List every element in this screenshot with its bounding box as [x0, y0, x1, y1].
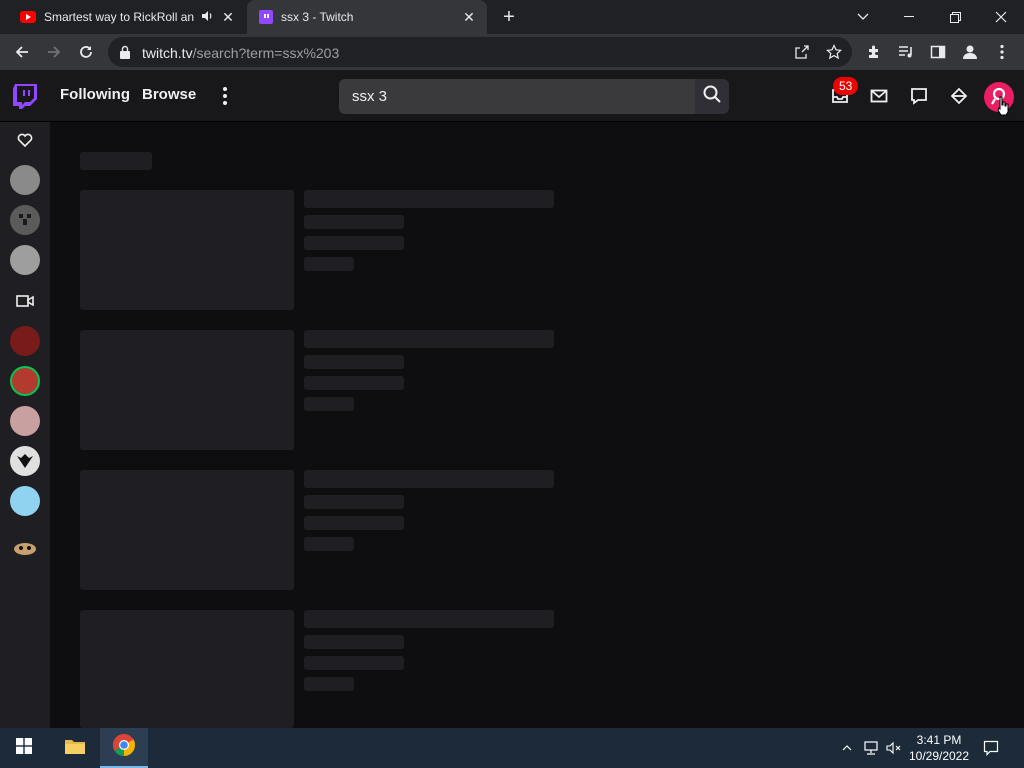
minimize-button[interactable] [886, 0, 932, 34]
skeleton-heading [80, 152, 152, 170]
url-text: twitch.tv/search?term=ssx%203 [142, 45, 339, 61]
start-button[interactable] [0, 728, 48, 768]
forward-button[interactable] [40, 38, 68, 66]
show-hidden-icons-chevron-icon[interactable] [838, 728, 856, 768]
skeleton-line [304, 656, 404, 670]
followed-heart-icon [15, 130, 35, 150]
clock-time: 3:41 PM [916, 733, 962, 747]
skeleton-line [304, 397, 354, 411]
skeleton-line [304, 257, 354, 271]
tab-search-icon[interactable] [840, 0, 886, 34]
followed-channel-avatar[interactable] [10, 245, 40, 275]
address-bar[interactable]: twitch.tv/search?term=ssx%203 [108, 37, 852, 67]
recommended-channel-avatar[interactable] [10, 366, 40, 396]
skeleton-line [304, 355, 404, 369]
recommended-channel-avatar[interactable] [10, 486, 40, 516]
twitch-icon [259, 10, 273, 24]
system-clock[interactable]: 3:41 PM 10/29/2022 [906, 732, 972, 764]
new-tab-button[interactable]: + [498, 6, 520, 28]
volume-muted-icon[interactable] [884, 728, 904, 768]
recommended-channel-avatar[interactable] [10, 406, 40, 436]
hand-cursor-icon [996, 96, 1010, 116]
chrome-taskbar-button[interactable] [100, 728, 148, 768]
skeleton-line [304, 516, 404, 530]
recommended-channel-avatar[interactable] [10, 534, 40, 564]
browse-link[interactable]: Browse [142, 86, 196, 103]
skeleton-thumbnail [80, 470, 294, 590]
bookmark-star-icon[interactable] [824, 42, 844, 62]
skeleton-line [304, 495, 404, 509]
skeleton-line [304, 677, 354, 691]
network-icon[interactable] [860, 728, 882, 768]
skeleton-line [304, 537, 354, 551]
share-icon[interactable] [792, 42, 812, 62]
file-explorer-button[interactable] [51, 728, 99, 768]
chrome-icon [112, 733, 136, 762]
extensions-puzzle-icon[interactable] [864, 42, 884, 62]
twitch-top-nav: Following Browse ssx 3 53 [0, 70, 1024, 122]
url-path: /search?term=ssx%203 [192, 45, 340, 61]
speaker-icon[interactable] [200, 9, 214, 25]
skeleton-line [304, 610, 554, 628]
tab-title: ssx 3 - Twitch [281, 10, 354, 24]
action-center-notification-icon[interactable] [978, 728, 1004, 768]
search-results-loading [50, 122, 1024, 728]
chat-bubble-icon[interactable] [907, 84, 931, 108]
notification-count-badge: 53 [833, 77, 859, 95]
clock-date: 10/29/2022 [908, 749, 970, 763]
tab-title: Smartest way to RickRoll anyone [44, 10, 194, 24]
tab-twitch[interactable]: ssx 3 - Twitch ✕ [247, 0, 487, 34]
browser-tab-strip: Smartest way to RickRoll anyone ✕ ssx 3 … [0, 0, 1024, 34]
skeleton-thumbnail [80, 610, 294, 728]
search-input[interactable]: ssx 3 [339, 79, 695, 114]
followed-channel-avatar[interactable] [10, 165, 40, 195]
skeleton-line [304, 376, 404, 390]
windows-taskbar: 3:41 PM 10/29/2022 [0, 728, 1024, 768]
skeleton-line [304, 635, 404, 649]
recommended-video-camera-icon [15, 291, 35, 311]
url-host: twitch.tv [142, 45, 193, 61]
youtube-icon [20, 11, 36, 23]
profile-icon[interactable] [960, 42, 980, 62]
search-icon [702, 84, 722, 109]
skeleton-thumbnail [80, 330, 294, 450]
close-tab-icon[interactable]: ✕ [220, 9, 236, 25]
skeleton-line [304, 236, 404, 250]
followed-channel-avatar[interactable] [10, 205, 40, 235]
more-options-icon[interactable] [216, 84, 234, 108]
following-link[interactable]: Following [60, 86, 130, 103]
side-panel-icon[interactable] [928, 42, 948, 62]
lock-icon[interactable] [120, 45, 130, 59]
skeleton-line [304, 190, 554, 208]
close-window-button[interactable] [978, 0, 1024, 34]
recommended-channel-avatar[interactable] [10, 446, 40, 476]
close-tab-icon[interactable]: ✕ [461, 9, 477, 25]
back-button[interactable] [8, 38, 36, 66]
restore-button[interactable] [932, 0, 978, 34]
windows-logo-icon [16, 737, 32, 759]
tab-youtube[interactable]: Smartest way to RickRoll anyone ✕ [8, 0, 246, 34]
browser-toolbar: twitch.tv/search?term=ssx%203 [0, 34, 1024, 70]
media-controls-icon[interactable] [896, 42, 916, 62]
folder-icon [64, 737, 86, 760]
twitch-logo-icon[interactable] [12, 83, 38, 109]
whispers-mail-icon[interactable] [867, 84, 891, 108]
skeleton-line [304, 470, 554, 488]
recommended-channel-avatar[interactable] [10, 326, 40, 356]
sidebar [0, 122, 50, 728]
search-button[interactable] [695, 79, 729, 114]
reload-button[interactable] [72, 38, 100, 66]
skeleton-line [304, 215, 404, 229]
menu-kebab-icon[interactable] [992, 42, 1012, 62]
prime-crown-icon[interactable] [947, 84, 971, 108]
skeleton-thumbnail [80, 190, 294, 310]
skeleton-line [304, 330, 554, 348]
